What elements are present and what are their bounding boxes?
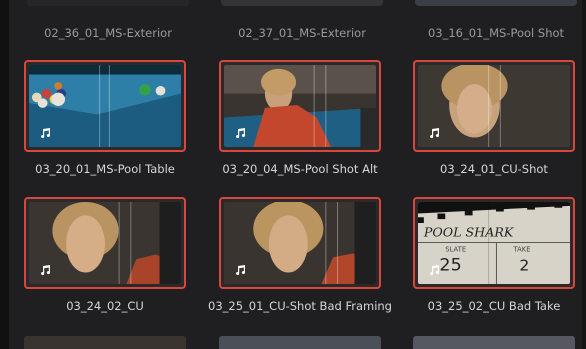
clip-thumbnail-image[interactable]: POOL SHARK SLATE TAKE 25 2 — [413, 197, 575, 289]
music-note-icon — [39, 264, 51, 276]
clip-thumbnail-image[interactable] — [27, 0, 189, 6]
music-note-icon — [428, 127, 440, 139]
panel-left-edge — [0, 0, 9, 349]
clip-thumbnail-image[interactable] — [24, 197, 186, 289]
slate-title: POOL SHARK — [423, 224, 514, 239]
clip-thumbnail-partial[interactable] — [219, 336, 381, 349]
clip-name[interactable]: 03_25_02_CU Bad Take — [399, 299, 586, 313]
clip-thumbnail-image[interactable] — [219, 60, 381, 152]
clip-name[interactable]: 02_37_01_MS-Exterior — [207, 26, 397, 40]
clip-name[interactable]: 03_24_02_CU — [10, 299, 200, 313]
slate-number: 25 — [439, 256, 461, 276]
clip-name[interactable]: 03_20_01_MS-Pool Table — [10, 162, 200, 176]
clip-thumbnail-image[interactable] — [24, 60, 186, 152]
clip-name[interactable]: 03_20_04_MS-Pool Shot Alt — [205, 162, 395, 176]
clip-thumbnail-image[interactable] — [415, 0, 577, 6]
clip-name[interactable]: 03_25_01_CU-Shot Bad Framing — [205, 299, 395, 313]
media-pool-clip-grid: 02_36_01_MS-Exterior 02_37_01_MS-Exterio… — [0, 0, 586, 349]
clip-name[interactable]: 03_24_01_CU-Shot — [399, 162, 586, 176]
take-label: TAKE — [512, 246, 530, 254]
music-note-icon — [234, 264, 246, 276]
music-note-icon — [234, 127, 246, 139]
clip-thumbnail-image[interactable] — [221, 0, 383, 6]
clip-name[interactable]: 02_36_01_MS-Exterior — [13, 26, 203, 40]
clip-thumbnail-image[interactable] — [413, 60, 575, 152]
clip-name[interactable]: 03_16_01_MS-Pool Shot — [401, 26, 586, 40]
take-number: 2 — [519, 257, 529, 275]
slate-label: SLATE — [445, 246, 466, 254]
clip-thumbnail-partial[interactable] — [24, 336, 186, 349]
music-note-icon — [428, 264, 440, 276]
clip-thumbnail-partial[interactable] — [413, 336, 575, 349]
music-note-icon — [39, 127, 51, 139]
clip-thumbnail-image[interactable] — [219, 197, 381, 289]
